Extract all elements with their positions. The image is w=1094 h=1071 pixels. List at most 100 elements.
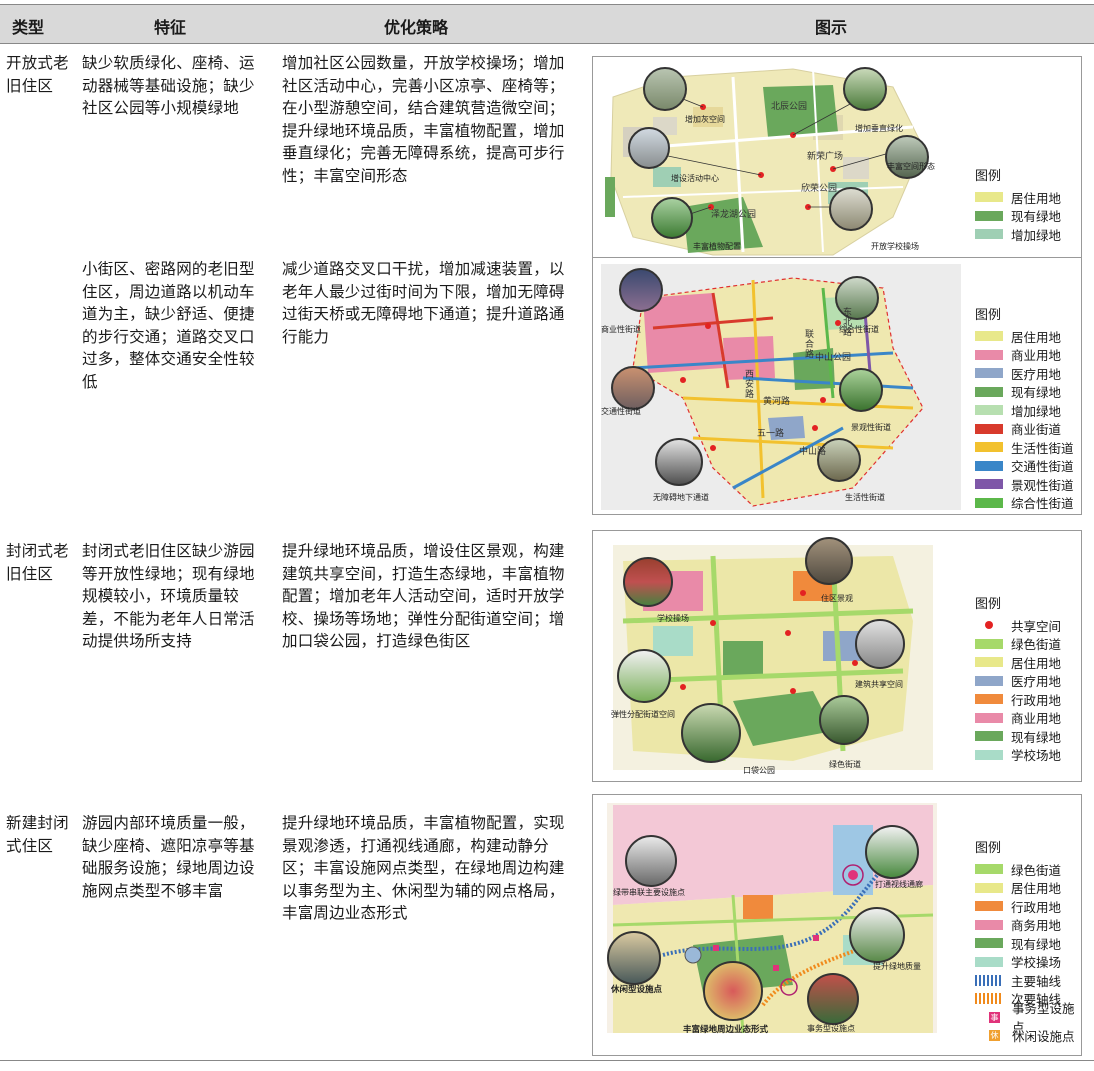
row1-legend: 图例 居住用地 现有绿地 增加绿地 — [975, 165, 1061, 244]
legend-item: 景观性街道 — [975, 475, 1074, 494]
row4-feature: 游园内部环境质量一般，缺少座椅、遮阳凉亭等基础服务设施；绿地周边设施网点类型不够… — [82, 814, 255, 900]
row3-figure: 学校操场 住区景观 建筑共享空间 弹性分配街道空间 口袋公园 绿色街道 图例 共… — [592, 530, 1082, 782]
photo-business-forms — [703, 961, 763, 1021]
row4-legend: 图例 绿色街道 居住用地 行政用地 商务用地 现有绿地 学校操场 主要轴线 次要… — [975, 837, 1081, 1045]
row2-figure: 商业性街道 综合性街道 交通性街道 景观性街道 无障碍地下通道 生活性街道 联合… — [592, 257, 1082, 515]
row4-figure: 绿带串联主要设施点 打通视线通廊 休闲型设施点 提升绿地质量 丰富绿地周边业态形… — [592, 794, 1082, 1056]
legend-item: 综合性街道 — [975, 494, 1074, 513]
legend-item: 居住用地 — [975, 188, 1061, 207]
photo-space-form — [885, 135, 929, 179]
row2-feature: 小街区、密路网的老旧型住区，周边道路以机动车道为主，缺少舒适、便捷的步行交通；道… — [82, 260, 255, 391]
header-type: 类型 — [12, 18, 45, 37]
callout-label: 住区景观 — [821, 594, 853, 603]
row3-type: 封闭式老旧住区 — [6, 542, 69, 583]
photo-pocket-park — [681, 703, 741, 763]
callout-label: 绿带串联主要设施点 — [613, 888, 685, 897]
photo-landscape-street — [839, 368, 883, 412]
row1-feature: 缺少软质绿化、座椅、运动器械等基础设施；缺少社区公园等小规模绿地 — [82, 54, 255, 117]
row4-type: 新建封闭式住区 — [6, 814, 69, 855]
legend-item: 增加绿地 — [975, 401, 1074, 420]
callout-label: 建筑共享空间 — [855, 680, 903, 689]
legend-item: 学校场地 — [975, 746, 1061, 765]
legend-title: 图例 — [975, 308, 1002, 323]
place-label: 中山公园 — [815, 353, 852, 363]
header-figure: 图示 — [815, 18, 848, 37]
legend-item: 交通性街道 — [975, 457, 1074, 476]
row3-legend: 图例 共享空间 绿色街道 居住用地 医疗用地 行政用地 商业用地 现有绿地 学校… — [975, 593, 1061, 764]
legend-item: 学校操场 — [975, 953, 1081, 972]
legend-item: 现有绿地 — [975, 207, 1061, 226]
row4-strategy: 提升绿地环境品质，丰富植物配置，实现景观渗透，打通视线通廊，构建动静分区；丰富设… — [282, 814, 565, 922]
table-bottom-rule — [0, 1060, 1094, 1061]
callout-label: 增加灰空间 — [685, 115, 725, 124]
legend-item: 生活性街道 — [975, 438, 1074, 457]
table-header: 类型 特征 优化策略 图示 — [0, 4, 1094, 44]
row1-strategy: 增加社区公园数量，开放学校操场；增加社区活动中心，完善小区凉亭、座椅等；在小型游… — [282, 54, 565, 185]
callout-label: 休闲型设施点 — [611, 985, 663, 995]
photo-residential-landscape — [805, 537, 853, 585]
road-label: 西安路 — [745, 370, 755, 400]
callout-label: 弹性分配街道空间 — [611, 710, 675, 719]
road-label: 五一路 — [757, 429, 785, 439]
photo-activity-center — [628, 127, 670, 169]
place-label: 泽龙湖公园 — [711, 210, 757, 220]
place-label: 新荣广场 — [807, 152, 844, 162]
callout-label: 学校操场 — [657, 614, 689, 623]
road-label: 东北路 — [843, 308, 853, 338]
photo-flexible-street — [617, 649, 671, 703]
callout-label: 丰富绿地周边业态形式 — [683, 1025, 769, 1035]
row3-feature: 封闭式老旧住区缺少游园等开放性绿地；现有绿地规模较小，环境质量较差，不能为老年人… — [82, 542, 255, 650]
legend-item: 绿色街道 — [975, 635, 1061, 654]
photo-traffic-street — [611, 366, 655, 410]
road-label: 黄河路 — [763, 397, 791, 407]
legend-item: 休休闲设施点 — [989, 1029, 1075, 1045]
callout-label: 生活性街道 — [845, 493, 885, 502]
callout-label: 丰富植物配置 — [693, 242, 741, 251]
photo-underpass — [655, 438, 703, 486]
callout-label: 交通性街道 — [601, 407, 641, 416]
legend-item: 居住用地 — [975, 879, 1081, 898]
row2-legend: 图例 居住用地 商业用地 医疗用地 现有绿地 增加绿地 商业街道 生活性街道 交… — [975, 304, 1074, 512]
legend-title: 图例 — [975, 841, 1002, 856]
callout-label: 无障碍地下通道 — [653, 493, 709, 502]
photo-vertical-green — [843, 67, 887, 111]
legend-item: 现有绿地 — [975, 934, 1081, 953]
callout-label: 商业性街道 — [601, 325, 641, 334]
legend-item: 医疗用地 — [975, 364, 1074, 383]
road-label: 联合路 — [805, 330, 815, 360]
callout-label: 打通视线通廊 — [875, 880, 923, 889]
callout-label: 增加垂直绿化 — [855, 124, 903, 133]
legend-item: 绿色街道 — [975, 860, 1081, 879]
header-strategy: 优化策略 — [384, 18, 449, 37]
photo-school-field — [623, 557, 673, 607]
legend-item: 行政用地 — [975, 897, 1081, 916]
photo-view-corridor — [865, 825, 919, 879]
row3-strategy: 提升绿地环境品质，增设住区景观，构建建筑共享空间，打造生态绿地，丰富植物配置；增… — [282, 542, 565, 650]
place-label: 欣荣公园 — [801, 184, 838, 194]
legend-item: 现有绿地 — [975, 727, 1061, 746]
legend-item: 商业街道 — [975, 420, 1074, 439]
callout-label: 开放学校操场 — [871, 242, 919, 251]
photo-leisure-facility — [607, 931, 661, 985]
legend-title: 图例 — [975, 597, 1002, 612]
legend-item: 主要轴线 — [975, 971, 1081, 990]
legend-item: 现有绿地 — [975, 383, 1074, 402]
legend-item: 事事务型设施点 — [989, 1001, 1075, 1036]
photo-green-street — [819, 695, 869, 745]
photo-affairs-facility — [807, 973, 859, 1025]
photo-commercial-street — [619, 268, 663, 312]
legend-item: 共享空间 — [975, 616, 1061, 635]
legend-item: 商业用地 — [975, 346, 1074, 365]
photo-green-belt — [625, 835, 677, 887]
photo-green-quality — [849, 907, 905, 963]
callout-label: 增设活动中心 — [671, 174, 719, 183]
callout-label: 景观性街道 — [851, 423, 891, 432]
photo-building-share — [855, 619, 905, 669]
photo-comprehensive-street — [835, 276, 879, 320]
legend-item: 居住用地 — [975, 653, 1061, 672]
header-feature: 特征 — [154, 18, 187, 37]
photo-plant — [651, 197, 693, 239]
row1-figure: 北辰公园 新荣广场 欣荣公园 泽龙湖公园 增加灰空间 增加垂直绿化 增设活动中心… — [592, 56, 1082, 258]
place-label: 北辰公园 — [771, 102, 808, 112]
road-label: 中山路 — [799, 447, 827, 457]
